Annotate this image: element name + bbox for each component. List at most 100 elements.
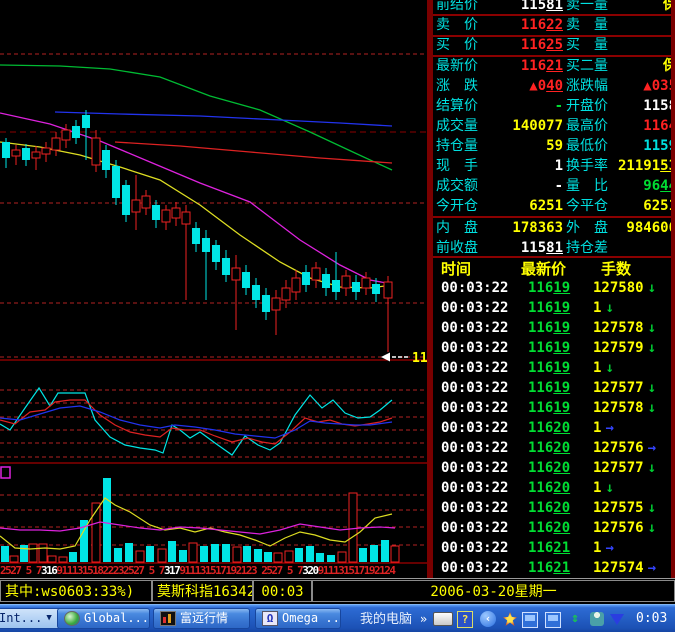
- tape-volume: 127575 ↓: [593, 500, 657, 516]
- tape-time: 00:03:22: [441, 300, 509, 316]
- tray-collapse-icon[interactable]: ‹: [480, 611, 496, 627]
- tape-time: 00:03:22: [441, 400, 509, 416]
- tray-triangle-icon[interactable]: [610, 614, 624, 625]
- tape-price: 11621: [528, 540, 571, 556]
- arrow-down-icon: ↓: [605, 480, 614, 496]
- tape-volume: 127576 ↓: [593, 520, 657, 536]
- quote-value: 9644: [643, 178, 675, 194]
- tray-messenger-icon[interactable]: [590, 612, 604, 626]
- separator: [433, 55, 675, 57]
- tape-row: 00:03:22 11620 1 ↓: [433, 478, 675, 498]
- arrow-down-icon: ↓: [605, 300, 614, 316]
- tape-time: 00:03:22: [441, 420, 509, 436]
- tape-row: 00:03:22 11619 1 ↓: [433, 298, 675, 318]
- tape-volume: 127578 ↓: [593, 400, 657, 416]
- status-bar: 其中:ws0603:33%)莫斯科指16342.700:032006-03-20…: [0, 578, 675, 604]
- arrow-right-icon: →: [605, 420, 614, 436]
- tape-time: 00:03:22: [441, 320, 509, 336]
- quote-value: 2119153: [617, 158, 675, 174]
- taskbar-clock: 0:03: [636, 611, 668, 626]
- separator: [433, 14, 675, 16]
- quote-label: 今平仓: [566, 198, 608, 214]
- tape-volume: 127576 →: [593, 440, 657, 456]
- tape-row: 00:03:22 11620 1 →: [433, 418, 675, 438]
- status-time: 00:03: [253, 580, 312, 602]
- quote-label: 换手率: [566, 158, 608, 174]
- quote-value: 6251: [643, 198, 675, 214]
- globe-icon: [64, 611, 80, 626]
- tape-price: 11619: [528, 360, 571, 376]
- quote-label: 涨跌幅: [566, 78, 608, 94]
- quote-label: 买 量: [566, 37, 608, 53]
- axis-month-label: 317: [163, 564, 181, 577]
- tape-volume: 127577 ↓: [593, 380, 657, 396]
- arrow-down-icon: ↓: [647, 280, 657, 296]
- tape-time: 00:03:22: [441, 280, 509, 296]
- tape-price: 11619: [528, 400, 571, 416]
- tape-header: 时间 最新价 手数: [433, 258, 675, 278]
- keyboard-icon[interactable]: [433, 612, 453, 626]
- taskbar-button-omega[interactable]: Ω Omega ...: [255, 608, 341, 629]
- my-computer-toolbar[interactable]: 我的电脑 »: [360, 605, 427, 632]
- quote-row: 持仓量 59 最低价 1159: [433, 137, 675, 156]
- status-date: 2006-03-20星期一: [312, 580, 675, 602]
- quote-label: 量 比: [566, 178, 608, 194]
- quote-row: 买 价 11625 买 量: [433, 36, 675, 55]
- tape-time: 00:03:22: [441, 520, 509, 536]
- omega-icon: Ω: [262, 611, 278, 626]
- quote-value: 59: [546, 138, 563, 154]
- tape-row: 00:03:22 11619 127580 ↓: [433, 278, 675, 298]
- quote-value: -: [554, 98, 563, 114]
- axis-day-labels: 2527 5 7: [0, 564, 42, 577]
- tape-time: 00:03:22: [441, 380, 509, 396]
- tape-time: 00:03:22: [441, 340, 509, 356]
- tape-volume: 127580 ↓: [593, 280, 657, 296]
- quote-label: 最高价: [566, 118, 608, 134]
- tape-price: 11620: [528, 480, 571, 496]
- quote-value: 11581: [520, 0, 563, 13]
- quote-row: 卖 价 11622 卖 量: [433, 16, 675, 35]
- quote-label: 卖一量: [566, 0, 608, 13]
- arrow-down-icon: ↓: [605, 360, 614, 376]
- tape-price: 11621: [528, 560, 571, 576]
- quote-value: -: [554, 178, 563, 194]
- tray-network-icon[interactable]: [522, 612, 538, 628]
- my-computer-label: 我的电脑: [360, 612, 413, 627]
- tape-row: 00:03:22 11619 127577 ↓: [433, 378, 675, 398]
- quote-value: 1164: [643, 118, 675, 134]
- quote-label: 开盘价: [566, 98, 608, 114]
- dropdown-arrow-icon: ▼: [46, 613, 52, 623]
- tape-price: 11620: [528, 460, 571, 476]
- tape-volume: 1 ↓: [593, 480, 614, 496]
- axis-day-labels: 911131517192124: [317, 564, 396, 577]
- taskbar-button-fuyuan[interactable]: 富远行情: [153, 608, 250, 629]
- right-border-strip: [671, 0, 675, 578]
- quote-value: 1158: [643, 98, 675, 114]
- tape-row: 00:03:22 11619 1 ↓: [433, 358, 675, 378]
- arrow-down-icon: ↓: [647, 340, 657, 356]
- axis-day-labels: 911131517192123 2527 5 7: [179, 564, 303, 577]
- tray-star-icon[interactable]: [503, 612, 517, 626]
- chart-area[interactable]: 1154 2527 5 731691113151822232527 5 7317…: [0, 0, 428, 578]
- candlestick-chart: 1154: [0, 53, 428, 564]
- quote-label: 卖 量: [566, 17, 608, 33]
- tray-updown-icon[interactable]: ⇕: [568, 612, 582, 626]
- trading-terminal-window: 1154 2527 5 731691113151822232527 5 7317…: [0, 0, 675, 632]
- taskbar-button-global[interactable]: Global...: [57, 608, 150, 629]
- status-indicator: 其中:ws0603:33%): [0, 580, 152, 602]
- tray-network-icon[interactable]: [545, 612, 561, 628]
- tape-row: 00:03:22 11621 1 →: [433, 538, 675, 558]
- tape-time: 00:03:22: [441, 560, 509, 576]
- quote-value: 11621: [520, 58, 563, 74]
- chevron-icon: »: [419, 612, 428, 626]
- tape-row: 00:03:22 11620 127576 →: [433, 438, 675, 458]
- tape-volume: 127578 ↓: [593, 320, 657, 336]
- quote-label: 最低价: [566, 138, 608, 154]
- arrow-right-icon: →: [605, 540, 614, 556]
- help-icon[interactable]: ?: [457, 611, 473, 628]
- chart-icon: [160, 611, 176, 626]
- tape-price: 11619: [528, 300, 571, 316]
- tape-price: 11620: [528, 520, 571, 536]
- quote-value: 11622: [520, 17, 563, 33]
- tape-row: 00:03:22 11620 127577 ↓: [433, 458, 675, 478]
